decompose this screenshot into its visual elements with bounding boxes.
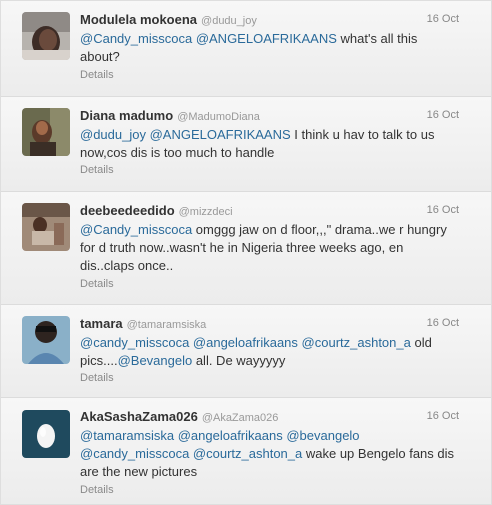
mention-link[interactable]: @Candy_misscoca xyxy=(80,222,192,237)
tweet[interactable]: tamara @tamaramsiska 16 Oct @candy_missco… xyxy=(1,305,491,398)
tweet-text: @Candy_misscoca @ANGELOAFRIKAANS what's … xyxy=(80,30,460,66)
mention-link[interactable]: @angeloafrikaans xyxy=(178,428,283,443)
mention-link[interactable]: @Candy_misscoca xyxy=(80,31,192,46)
avatar[interactable] xyxy=(22,108,70,156)
mention-link[interactable]: @ANGELOAFRIKAANS xyxy=(150,127,291,142)
mention-link[interactable]: @candy_misscoca xyxy=(80,335,189,350)
tweet-text-fragment: all. De wayyyyy xyxy=(192,353,286,368)
tweet-text: @Candy_misscoca omggg jaw on d floor,,,"… xyxy=(80,221,460,275)
user-handle[interactable]: @AkaZama026 xyxy=(202,412,279,424)
mention-link[interactable]: @candy_misscoca xyxy=(80,446,189,461)
mention-link[interactable]: @courtz_ashton_a xyxy=(193,446,302,461)
user-name[interactable]: tamara xyxy=(80,316,123,331)
user-handle[interactable]: @mizzdeci xyxy=(179,206,233,218)
mention-link[interactable]: @dudu_joy xyxy=(80,127,146,142)
tweet[interactable]: Diana madumo @MadumoDiana 16 Oct @dudu_jo… xyxy=(1,97,491,192)
timestamp[interactable]: 16 Oct xyxy=(427,109,459,121)
details-link[interactable]: Details xyxy=(80,372,114,384)
user-name[interactable]: Diana madumo xyxy=(80,108,173,123)
timestamp[interactable]: 16 Oct xyxy=(427,410,459,422)
details-link[interactable]: Details xyxy=(80,278,114,290)
avatar[interactable] xyxy=(22,203,70,251)
details-link[interactable]: Details xyxy=(80,484,114,496)
tweet-header: Diana madumo @MadumoDiana xyxy=(80,107,459,125)
tweet-header: AkaSashaZama026 @AkaZama026 xyxy=(80,408,459,426)
avatar[interactable] xyxy=(22,316,70,364)
mention-link[interactable]: @ANGELOAFRIKAANS xyxy=(196,31,337,46)
tweet-header: deebeedeedido @mizzdeci xyxy=(80,202,459,220)
tweet[interactable]: AkaSashaZama026 @AkaZama026 16 Oct @tamar… xyxy=(1,398,491,504)
user-name[interactable]: Modulela mokoena xyxy=(80,12,197,27)
egg-icon[interactable] xyxy=(22,410,70,458)
details-link[interactable]: Details xyxy=(80,69,114,81)
user-handle[interactable]: @tamaramsiska xyxy=(127,319,207,331)
details-link[interactable]: Details xyxy=(80,164,114,176)
mention-link[interactable]: @bevangelo xyxy=(286,428,359,443)
tweet-text: @tamaramsiska @angeloafrikaans @bevangel… xyxy=(80,427,460,481)
timestamp[interactable]: 16 Oct xyxy=(427,317,459,329)
tweet-header: Modulela mokoena @dudu_joy xyxy=(80,11,459,29)
user-handle[interactable]: @MadumoDiana xyxy=(177,111,260,123)
timestamp[interactable]: 16 Oct xyxy=(427,13,459,25)
mention-link[interactable]: @Bevangelo xyxy=(118,353,193,368)
tweet-feed: Modulela mokoena @dudu_joy 16 Oct @Candy_… xyxy=(0,0,492,505)
tweet-header: tamara @tamaramsiska xyxy=(80,315,459,333)
tweet-text: @candy_misscoca @angeloafrikaans @courtz… xyxy=(80,334,460,370)
user-name[interactable]: AkaSashaZama026 xyxy=(80,409,198,424)
mention-link[interactable]: @courtz_ashton_a xyxy=(302,335,411,350)
tweet[interactable]: deebeedeedido @mizzdeci 16 Oct @Candy_mis… xyxy=(1,192,491,305)
tweet[interactable]: Modulela mokoena @dudu_joy 16 Oct @Candy_… xyxy=(1,1,491,97)
timestamp[interactable]: 16 Oct xyxy=(427,204,459,216)
mention-link[interactable]: @angeloafrikaans xyxy=(193,335,298,350)
user-handle[interactable]: @dudu_joy xyxy=(201,15,257,27)
mention-link[interactable]: @tamaramsiska xyxy=(80,428,174,443)
user-name[interactable]: deebeedeedido xyxy=(80,203,175,218)
tweet-text: @dudu_joy @ANGELOAFRIKAANS I think u hav… xyxy=(80,126,460,162)
avatar[interactable] xyxy=(22,12,70,60)
